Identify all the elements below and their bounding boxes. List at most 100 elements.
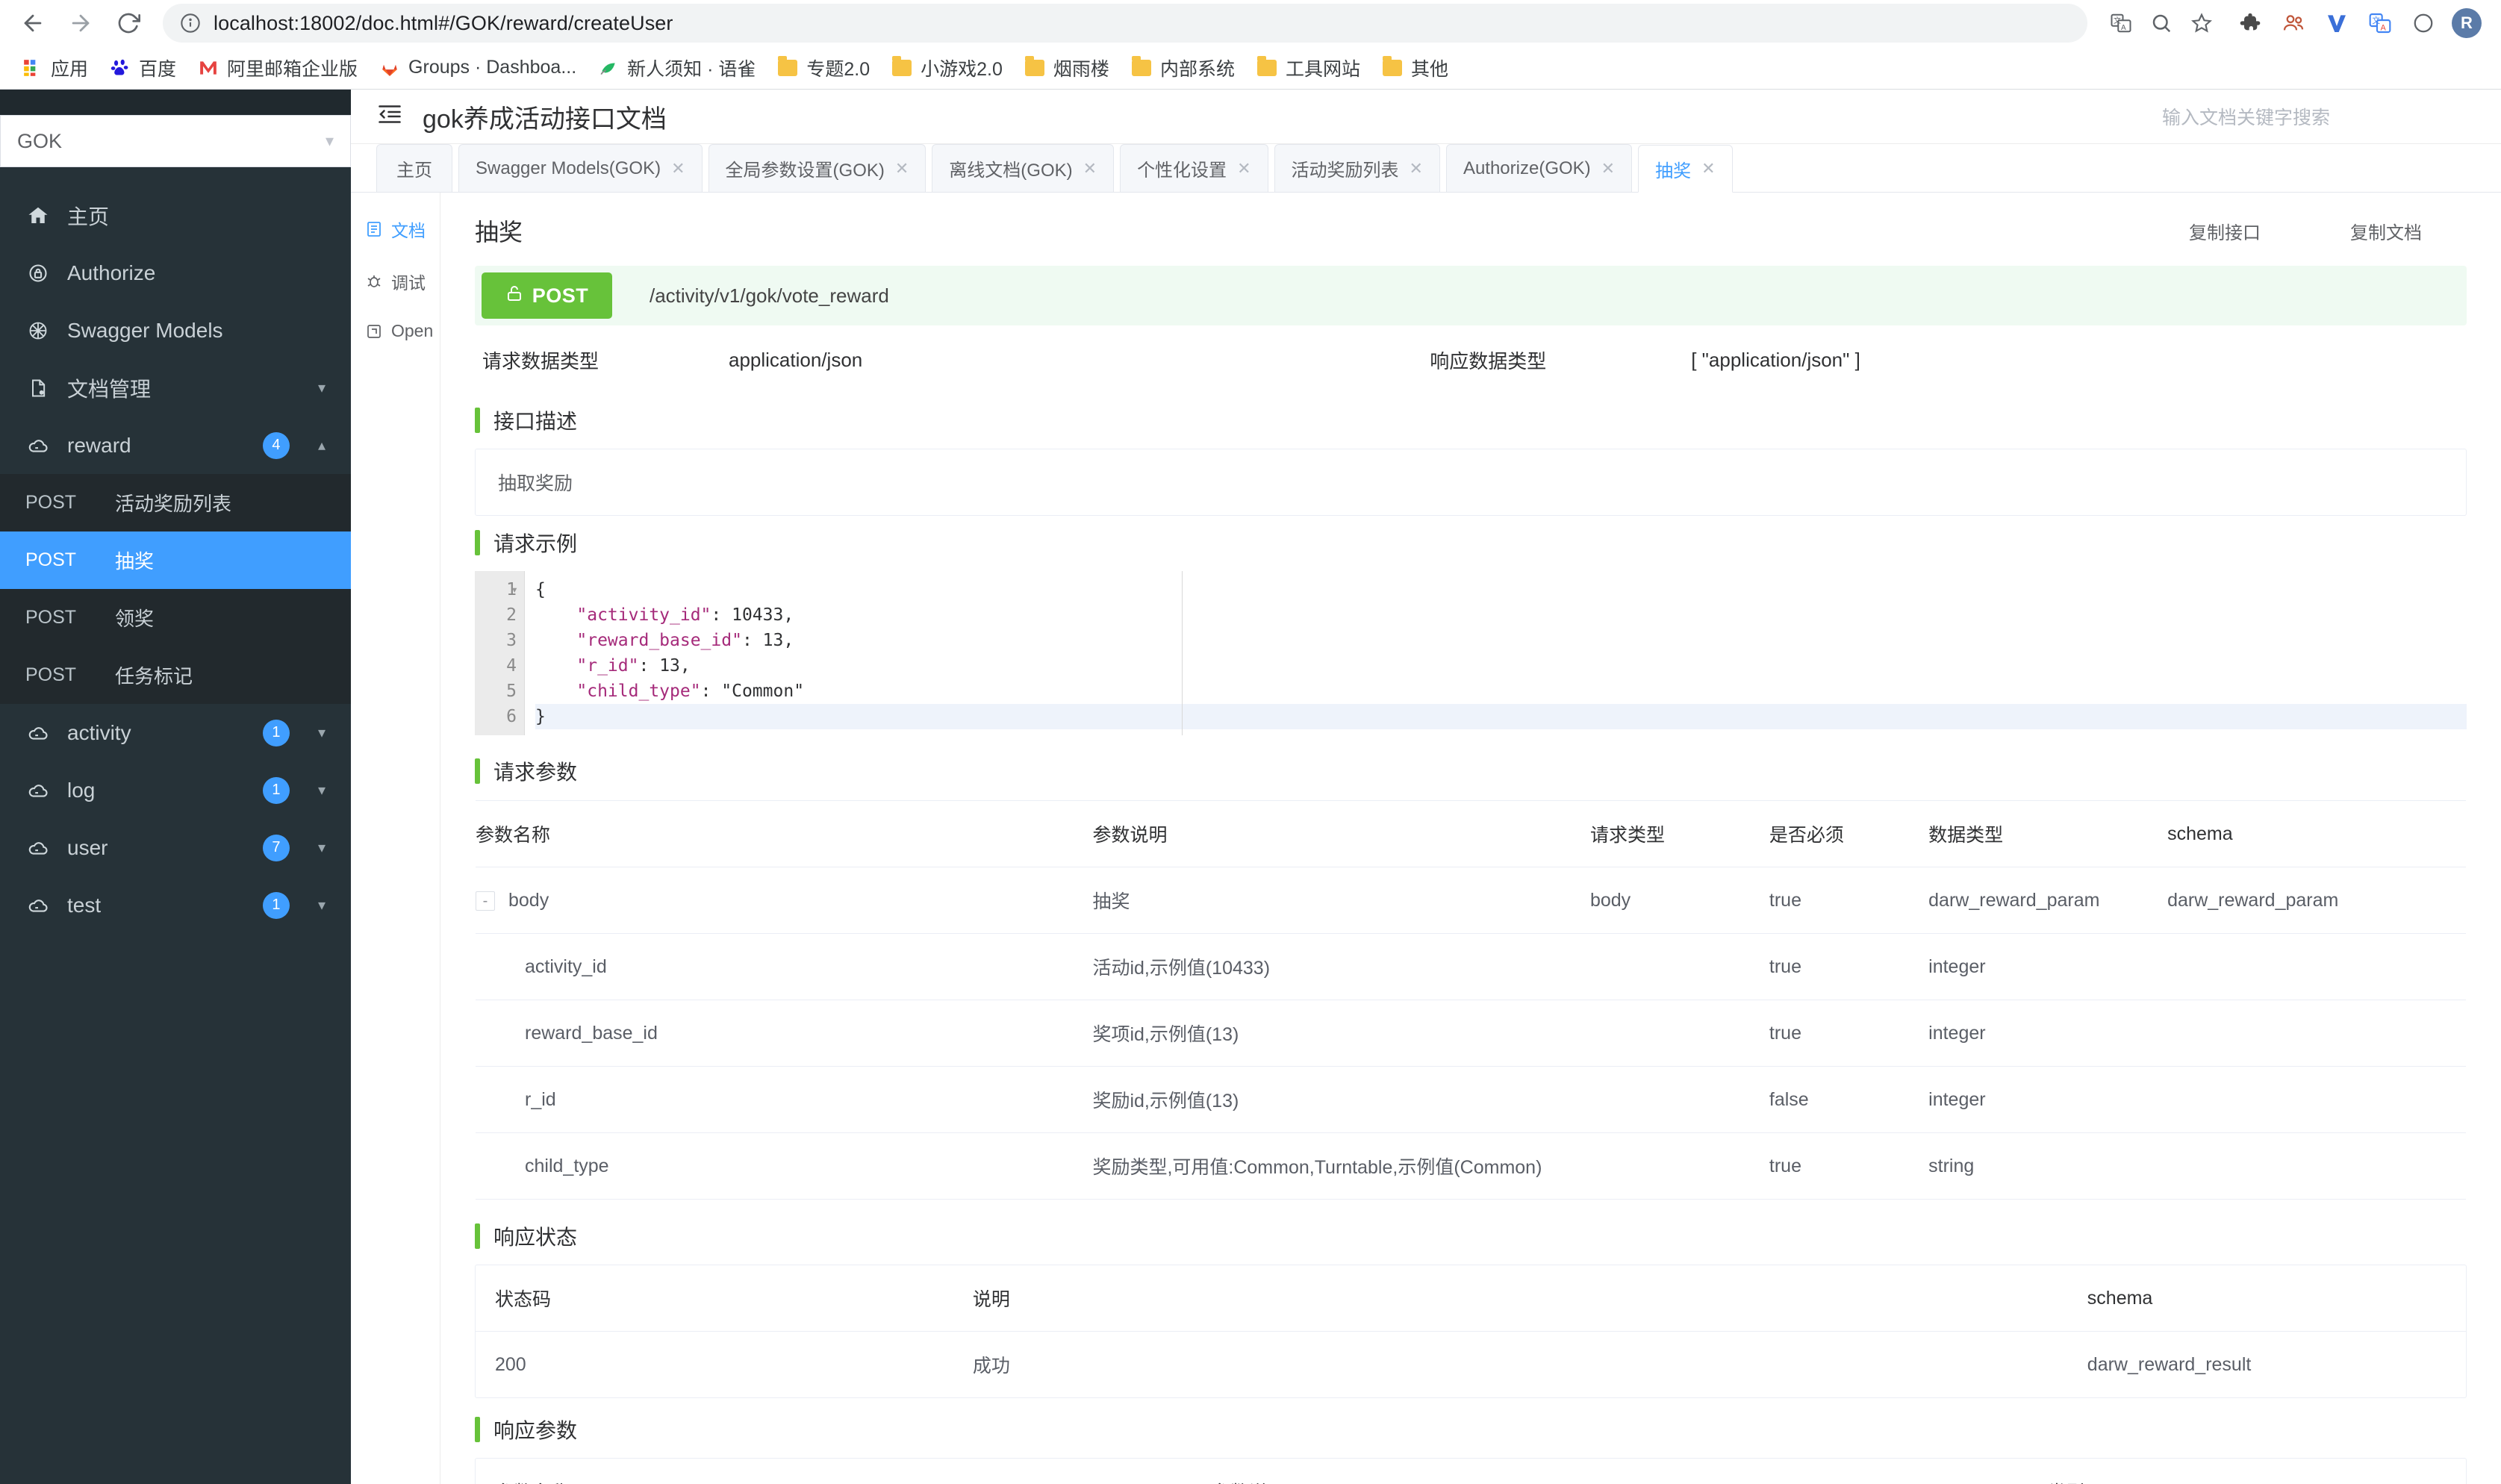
bookmark-item[interactable]: 其他	[1372, 50, 1457, 86]
request-type-label: 请求数据类型	[482, 350, 599, 373]
extension-puzzle-icon[interactable]	[2229, 2, 2271, 44]
section-title: 请求示例	[493, 532, 578, 556]
chevron-down-icon[interactable]: ▾	[318, 781, 326, 799]
column-header: 是否必须	[1769, 800, 1929, 868]
tab-离线文档(GOK)[interactable]: 离线文档(GOK) ✕	[932, 144, 1115, 193]
param-required-cell: true	[1769, 867, 1929, 935]
bookmark-item[interactable]: 应用	[12, 50, 97, 86]
tab-Authorize(GOK)[interactable]: Authorize(GOK) ✕	[1445, 144, 1633, 193]
bookmark-item[interactable]: 烟雨楼	[1015, 50, 1118, 86]
sidebar-item-reward[interactable]: reward 4 ▴	[0, 417, 351, 474]
bookmark-label: 阿里邮箱企业版	[227, 58, 358, 80]
sidebar-api-label: 活动奖励列表	[115, 493, 232, 515]
collapse-menu-icon[interactable]	[376, 101, 403, 133]
rail-item-Open[interactable]: Open	[351, 308, 440, 355]
sidebar-api-item[interactable]: POST 活动奖励列表	[0, 474, 351, 531]
tab-个性化设置[interactable]: 个性化设置 ✕	[1120, 144, 1268, 193]
search-icon[interactable]	[2143, 4, 2180, 42]
code-text[interactable]: { "activity_id": 10433, "reward_base_id"…	[524, 571, 2467, 736]
translate-icon[interactable]: 文A	[2102, 4, 2140, 42]
tab-close-icon[interactable]: ✕	[1237, 159, 1250, 178]
column-header: schema	[2246, 1459, 2466, 1484]
column-header: 说明	[953, 1265, 2068, 1332]
project-select[interactable]: GOK ▾	[0, 115, 351, 167]
table-row: reward_base_id 奖项id,示例值(13) true integer	[476, 1000, 2466, 1067]
http-method-label: POST	[532, 284, 589, 307]
tab-Swagger Models(GOK)[interactable]: Swagger Models(GOK) ✕	[458, 144, 703, 193]
tab-close-icon[interactable]: ✕	[1601, 159, 1615, 178]
info-circle-icon[interactable]	[178, 10, 203, 36]
param-schema-cell: darw_reward_param	[2167, 867, 2466, 935]
sidebar-item-log[interactable]: log 1 ▾	[0, 761, 351, 819]
tab-close-icon[interactable]: ✕	[1410, 159, 1423, 178]
sidebar-api-item[interactable]: POST 任务标记	[0, 646, 351, 704]
bookmark-label: 应用	[51, 58, 89, 80]
chevron-down-icon[interactable]: ▾	[318, 723, 326, 742]
sidebar-item-authorize[interactable]: Authorize	[0, 244, 351, 302]
sidebar-item-activity[interactable]: activity 1 ▾	[0, 704, 351, 761]
request-example-code[interactable]: 1 ▾ 2 3 4 5 6 { "activity_id": 10433, "reward_b…	[475, 571, 2467, 736]
code-line-number: 1 ▾	[475, 577, 518, 602]
param-in-cell	[1589, 1132, 1769, 1200]
sidebar-item-swagger-models[interactable]: Swagger Models	[0, 302, 351, 359]
bookmark-label: 百度	[139, 58, 177, 80]
bookmark-item[interactable]: 新人须知 · 语雀	[588, 50, 764, 86]
bookmark-item[interactable]: 小游戏2.0	[882, 50, 1012, 86]
bookmark-item[interactable]: Groups · Dashboa...	[370, 52, 585, 84]
sidebar-api-method: POST	[25, 549, 77, 570]
tab-close-icon[interactable]: ✕	[1083, 159, 1097, 178]
sidebar-item-label: Swagger Models	[67, 318, 223, 342]
copy-doc-button[interactable]: 复制文档	[2350, 218, 2422, 244]
vimium-icon[interactable]	[2316, 2, 2358, 44]
expand-toggle-icon[interactable]: -	[476, 891, 495, 911]
chevron-down-icon[interactable]: ▾	[318, 838, 326, 857]
back-arrow-icon[interactable]	[13, 4, 52, 43]
sidebar-item-主页[interactable]: 主页	[0, 187, 351, 244]
sidebar-item-user[interactable]: user 7 ▾	[0, 819, 351, 876]
forward-arrow-icon[interactable]	[61, 4, 100, 43]
tab-strip: 主页 Swagger Models(GOK) ✕ 全局参数设置(GOK) ✕ 离线文档(G…	[351, 144, 2501, 193]
sidebar-item-test[interactable]: test 1 ▾	[0, 876, 351, 934]
tab-主页[interactable]: 主页	[376, 144, 452, 193]
bookmark-item[interactable]: 工具网站	[1247, 50, 1369, 86]
sidebar-api-item[interactable]: POST 领奖	[0, 589, 351, 646]
sidebar-api-item[interactable]: POST 抽奖	[0, 531, 351, 589]
user-group-icon[interactable]	[2273, 2, 2314, 44]
api-name: 抽奖	[475, 219, 523, 246]
omnibox-actions: 文A	[2102, 4, 2220, 42]
address-bar[interactable]: localhost:18002/doc.html#/GOK/reward/cre…	[163, 4, 2087, 43]
chevron-down-icon[interactable]: ▾	[318, 378, 326, 397]
tab-close-icon[interactable]: ✕	[671, 159, 685, 178]
bookmark-item[interactable]: 内部系统	[1121, 50, 1244, 86]
chevron-down-icon[interactable]: ▾	[318, 896, 326, 914]
section-title: 响应状态	[493, 1226, 578, 1250]
param-name: r_id	[525, 1088, 556, 1110]
translate-ext-icon[interactable]: 文A	[2359, 2, 2401, 44]
copy-api-button[interactable]: 复制接口	[2189, 218, 2261, 244]
bookmark-item[interactable]: 专题2.0	[767, 50, 879, 86]
tab-close-icon[interactable]: ✕	[1701, 159, 1715, 178]
reload-icon[interactable]	[109, 4, 148, 43]
tab-close-icon[interactable]: ✕	[895, 159, 909, 178]
tab-活动奖励列表[interactable]: 活动奖励列表 ✕	[1274, 144, 1440, 193]
bookmark-star-icon[interactable]	[2183, 4, 2220, 42]
api-path: /activity/v1/gok/vote_reward	[650, 284, 889, 307]
tab-抽奖[interactable]: 抽奖 ✕	[1638, 145, 1733, 193]
bookmark-item[interactable]: 百度	[100, 50, 185, 86]
unlock-icon	[505, 284, 523, 308]
circle-icon[interactable]	[2402, 2, 2444, 44]
main-content: gok养成活动接口文档 输入文档关键字搜索 主页 Swagger Models(G…	[351, 90, 2501, 1484]
http-method-badge: POST	[482, 272, 612, 319]
doc-search-input[interactable]: 输入文档关键字搜索	[2162, 96, 2476, 137]
section-accent-bar	[475, 408, 480, 434]
chevron-up-icon[interactable]: ▴	[318, 436, 326, 455]
sidebar-item-文档管理[interactable]: 文档管理 ▾	[0, 359, 351, 417]
code-fold-icon[interactable]: ▾	[511, 577, 518, 602]
sidebar-item-badge: 7	[262, 834, 290, 861]
profile-avatar[interactable]: R	[2446, 2, 2488, 44]
request-params-table-wrap: 参数名称 参数说明 请求类型 是否必须 数据类型 schema - body 抽奖 body tru…	[475, 799, 2467, 1200]
bookmark-item[interactable]: 阿里邮箱企业版	[188, 50, 367, 86]
rail-item-文档[interactable]: 文档	[351, 203, 440, 255]
rail-item-调试[interactable]: 调试	[351, 255, 440, 308]
tab-全局参数设置(GOK)[interactable]: 全局参数设置(GOK) ✕	[708, 144, 926, 193]
